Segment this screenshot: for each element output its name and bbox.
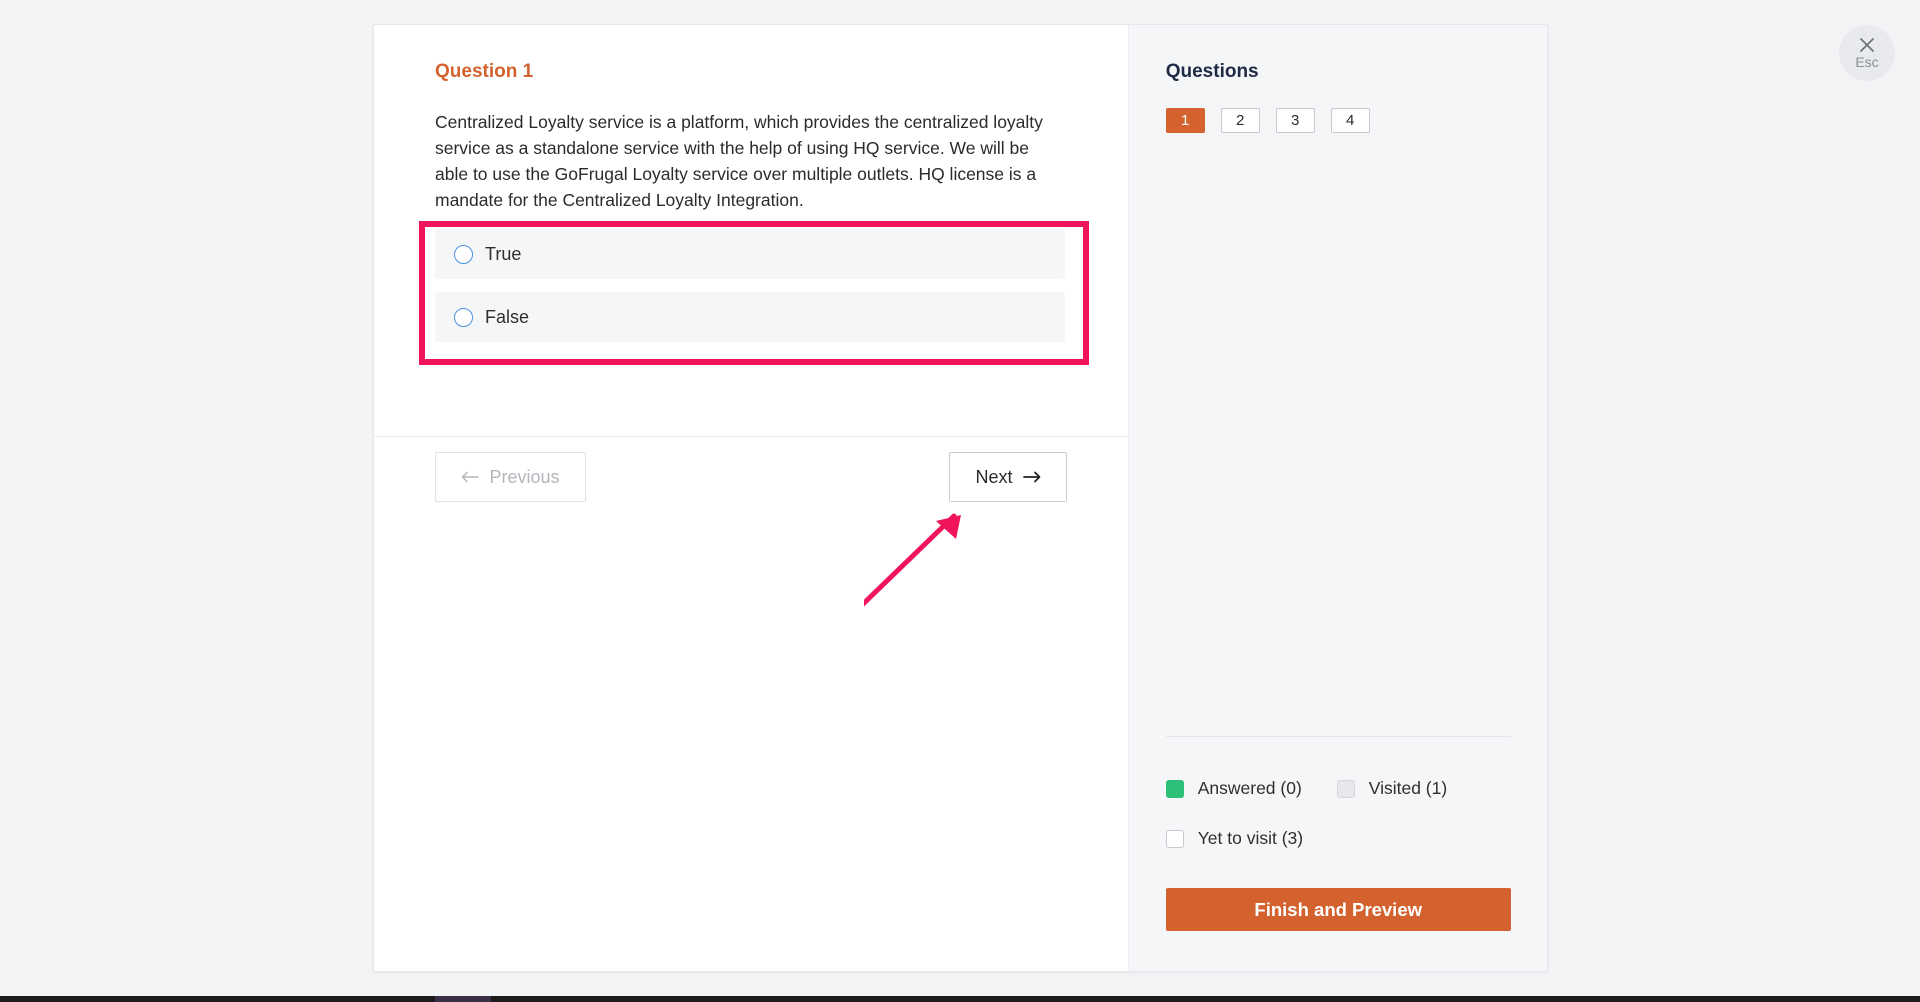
- arrow-right-icon: [1022, 471, 1041, 483]
- sidebar-divider: [1165, 736, 1511, 737]
- question-text: Centralized Loyalty service is a platfor…: [435, 112, 1043, 210]
- option-false[interactable]: False: [435, 292, 1065, 342]
- page: Question 1 Centralized Loyalty service i…: [0, 0, 1920, 1002]
- close-button[interactable]: Esc: [1839, 25, 1895, 81]
- esc-label: Esc: [1855, 54, 1879, 70]
- sidebar-title: Questions: [1165, 61, 1259, 82]
- legend-yet-to-visit-label: Yet to visit (3): [1197, 828, 1304, 848]
- previous-button[interactable]: Previous: [435, 452, 586, 502]
- answered-swatch: [1165, 779, 1184, 798]
- finish-and-preview-button[interactable]: Finish and Preview: [1165, 888, 1511, 931]
- legend-visited-label: Visited (1): [1368, 778, 1448, 798]
- option-true[interactable]: True: [435, 229, 1065, 279]
- legend-answered-label: Answered (0): [1197, 778, 1302, 798]
- taskbar-accent: [435, 996, 491, 1002]
- radio-false[interactable]: [454, 307, 473, 327]
- legend-visited: Visited (1): [1336, 778, 1448, 799]
- next-button[interactable]: Next: [949, 452, 1067, 502]
- option-label-true: True: [485, 243, 522, 264]
- option-label-false: False: [485, 306, 530, 327]
- taskbar-strip: [0, 996, 1920, 1002]
- yet-to-visit-swatch: [1165, 829, 1184, 848]
- radio-true[interactable]: [454, 244, 473, 264]
- next-label: Next: [975, 466, 1013, 487]
- annotation-arrow-icon: [864, 513, 961, 607]
- question-number-2[interactable]: 2: [1220, 108, 1260, 133]
- legend-yet-to-visit: Yet to visit (3): [1165, 828, 1304, 849]
- legend-answered: Answered (0): [1165, 778, 1302, 799]
- quiz-card: Question 1 Centralized Loyalty service i…: [373, 24, 1548, 972]
- panel-divider: [374, 436, 1129, 437]
- visited-swatch: [1336, 779, 1355, 798]
- question-number-1[interactable]: 1: [1165, 108, 1205, 133]
- question-panel: Question 1 Centralized Loyalty service i…: [374, 25, 1129, 971]
- questions-sidebar: Questions 1 2 3 4 Answered (0) Visited (…: [1127, 25, 1547, 971]
- question-number-list: 1 2 3 4: [1165, 108, 1386, 133]
- question-title: Question 1: [435, 61, 534, 82]
- question-number-3[interactable]: 3: [1275, 108, 1315, 133]
- arrow-left-icon: [461, 471, 480, 483]
- question-number-4[interactable]: 4: [1330, 108, 1370, 133]
- previous-label: Previous: [489, 466, 560, 487]
- close-icon: [1860, 38, 1874, 52]
